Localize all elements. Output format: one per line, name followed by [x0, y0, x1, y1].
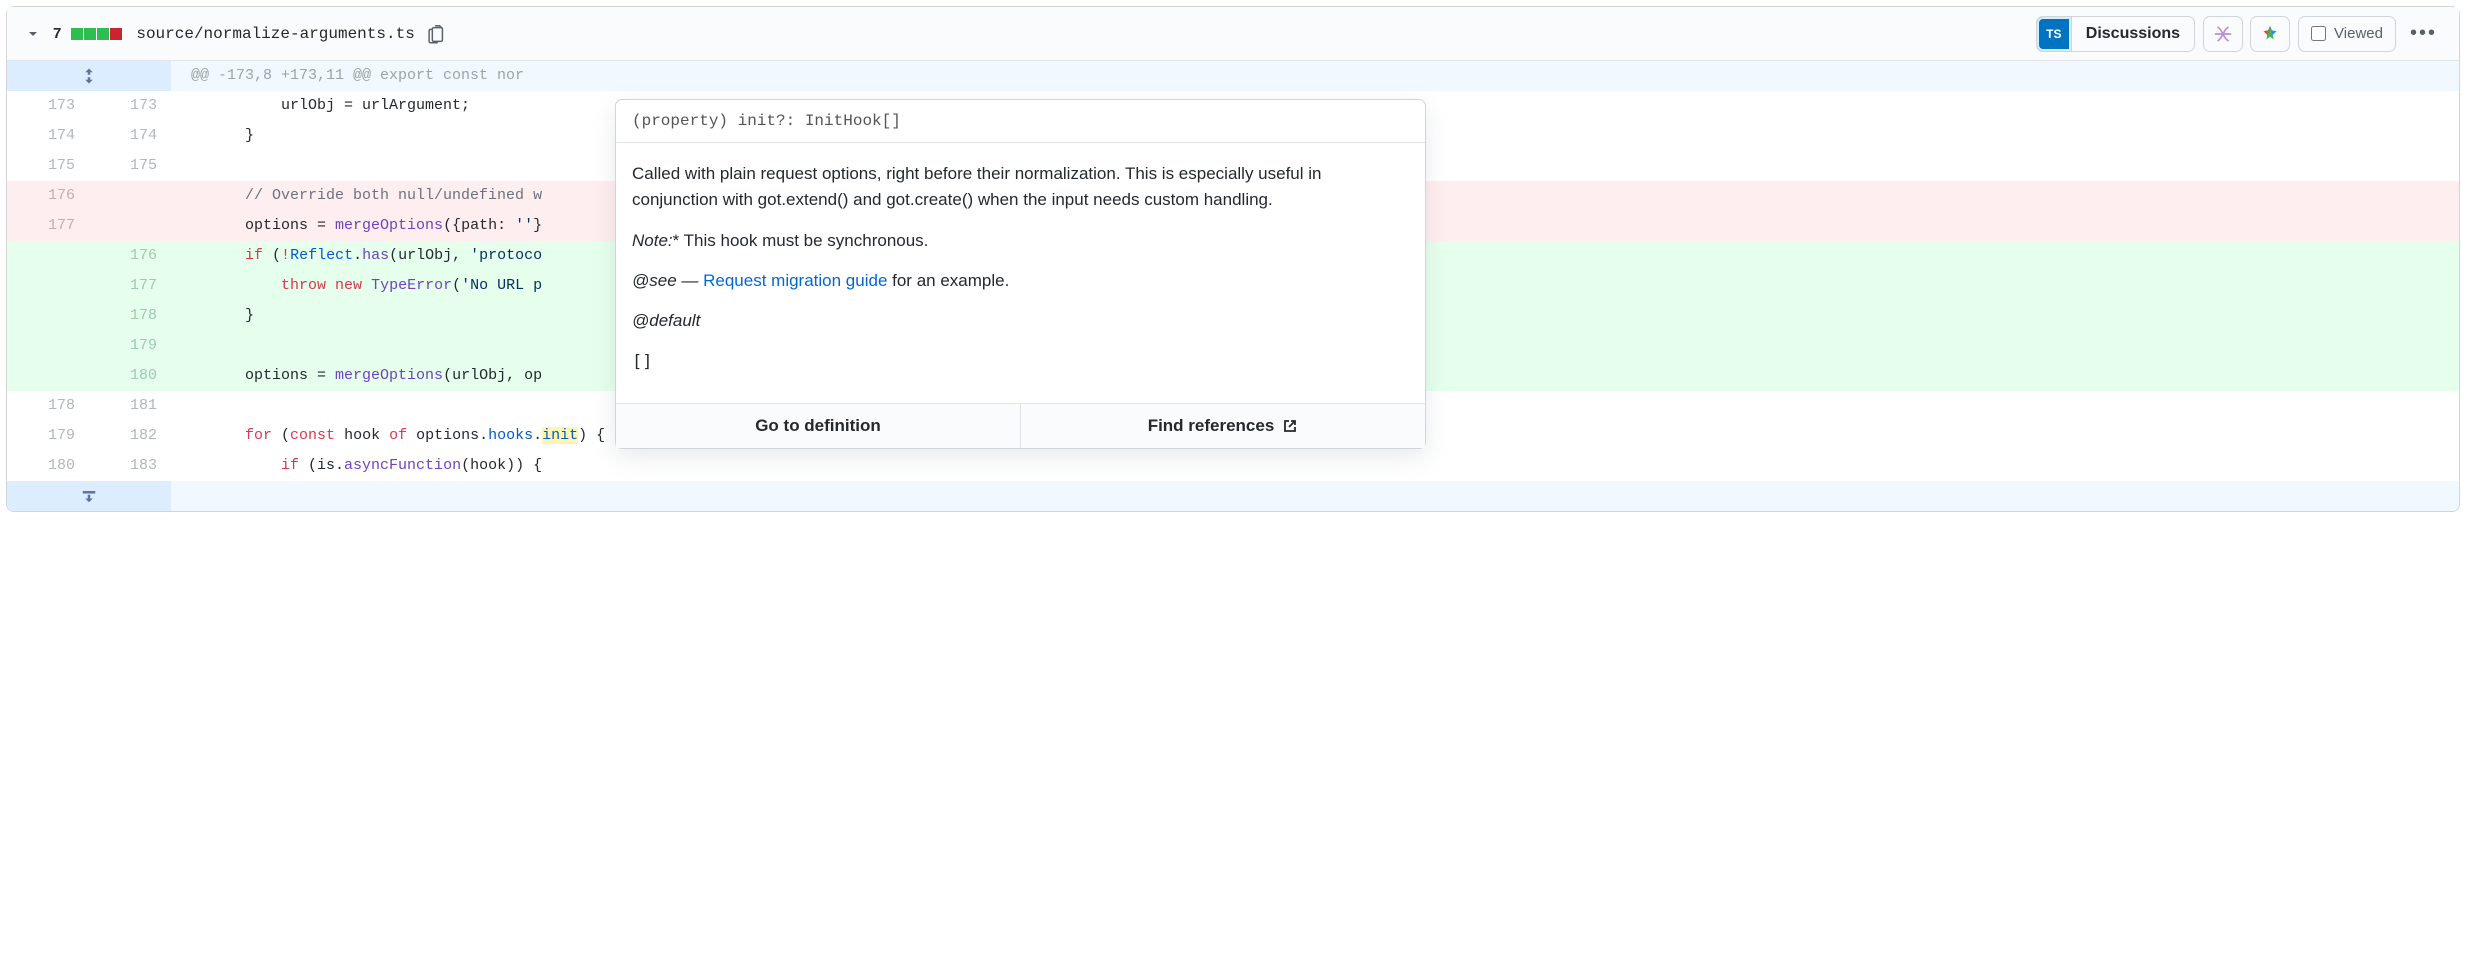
popover-default-label: @default [632, 308, 1409, 334]
line-code: if (is.asyncFunction(hook)) { [171, 451, 2459, 481]
find-references-button[interactable]: Find references [1020, 404, 1425, 448]
viewed-checkbox[interactable] [2311, 26, 2326, 41]
codestream-button[interactable] [2250, 16, 2290, 52]
line-gutter: 175175 [7, 151, 171, 181]
diff-file-container: 7 source/normalize-arguments.ts TS Discu… [6, 6, 2460, 512]
go-to-definition-button[interactable]: Go to definition [616, 404, 1020, 448]
file-path[interactable]: source/normalize-arguments.ts [136, 25, 414, 43]
diff-square [110, 28, 122, 40]
popover-see-link[interactable]: Request migration guide [703, 271, 887, 290]
change-count: 7 [53, 25, 61, 42]
file-header: 7 source/normalize-arguments.ts TS Discu… [7, 7, 2459, 61]
line-gutter: 177 [7, 211, 171, 241]
popover-signature: (property) init?: InitHook[] [616, 100, 1425, 143]
popover-body: Called with plain request options, right… [616, 143, 1425, 403]
expand-below-button[interactable] [7, 481, 171, 511]
line-gutter: 179182 [7, 421, 171, 451]
diff-stat-squares [71, 28, 122, 40]
line-gutter: 180183 [7, 451, 171, 481]
diff-square [71, 28, 83, 40]
line-gutter: 180 [7, 361, 171, 391]
hover-popover: (property) init?: InitHook[] Called with… [615, 99, 1426, 449]
viewed-label: Viewed [2334, 25, 2383, 42]
copy-path-icon[interactable] [425, 23, 447, 45]
popover-default-value: [] [632, 349, 1409, 375]
diff-square [97, 28, 109, 40]
ts-discussions-group: TS Discussions [2036, 16, 2195, 52]
header-actions: TS Discussions Viewed ••• [2036, 16, 2443, 52]
expand-below-row [7, 481, 2459, 511]
collapse-toggle[interactable] [23, 24, 43, 44]
popover-see: @see — Request migration guide for an ex… [632, 268, 1409, 294]
popover-description: Called with plain request options, right… [632, 161, 1409, 214]
line-gutter: 179 [7, 331, 171, 361]
sourcegraph-button[interactable] [2203, 16, 2243, 52]
line-gutter: 178181 [7, 391, 171, 421]
viewed-toggle[interactable]: Viewed [2298, 16, 2396, 52]
hunk-header-text: @@ -173,8 +173,11 @@ export const nor [171, 61, 2459, 91]
diff-line[interactable]: 180183 if (is.asyncFunction(hook)) { [7, 451, 2459, 481]
popover-actions: Go to definition Find references [616, 403, 1425, 448]
diff-square [84, 28, 96, 40]
discussions-button[interactable]: Discussions [2071, 16, 2195, 52]
line-gutter: 176 [7, 181, 171, 211]
popover-note: Note:* This hook must be synchronous. [632, 228, 1409, 254]
hunk-header-row: @@ -173,8 +173,11 @@ export const nor [7, 61, 2459, 91]
line-gutter: 173173 [7, 91, 171, 121]
line-gutter: 174174 [7, 121, 171, 151]
line-gutter: 176 [7, 241, 171, 271]
line-gutter: 178 [7, 301, 171, 331]
expand-hunk-button[interactable] [7, 61, 171, 91]
external-link-icon [1282, 418, 1298, 434]
typescript-badge[interactable]: TS [2036, 16, 2072, 52]
line-gutter: 177 [7, 271, 171, 301]
more-actions-icon[interactable]: ••• [2404, 22, 2443, 45]
